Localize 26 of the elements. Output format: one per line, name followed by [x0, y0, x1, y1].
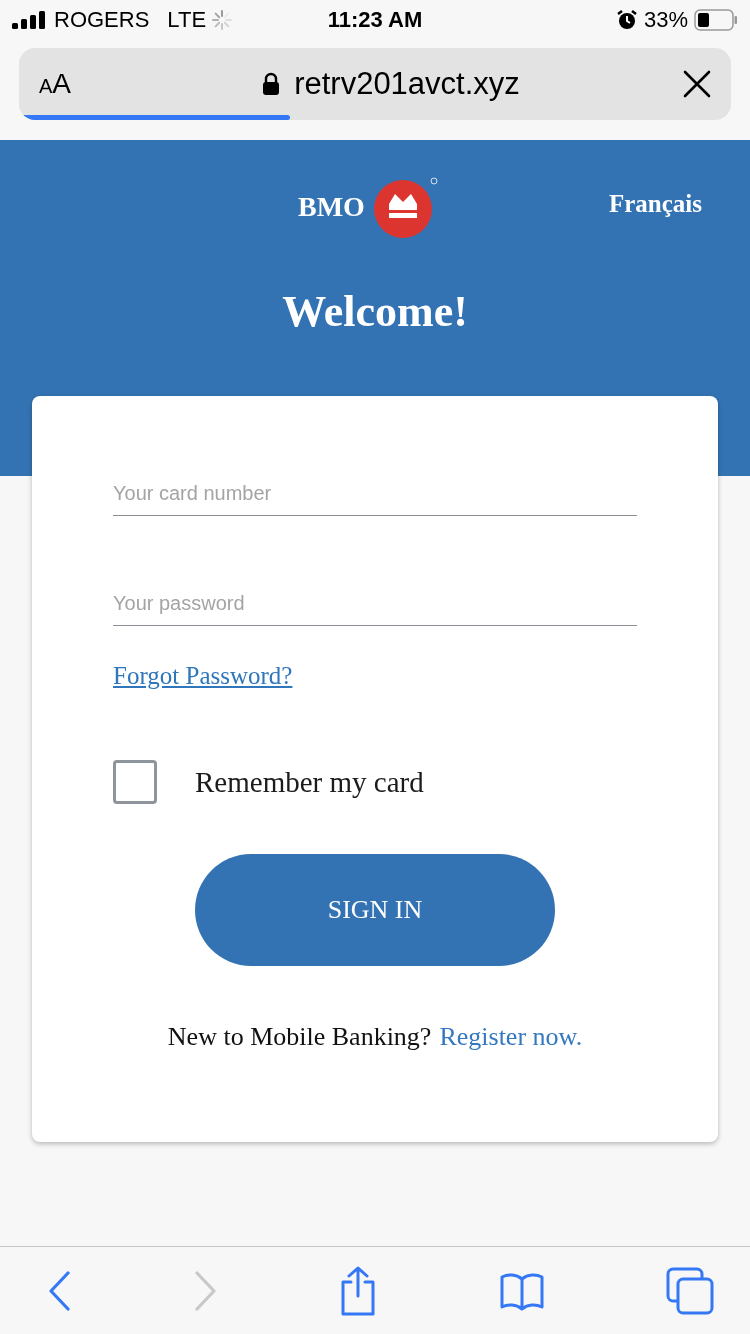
book-icon[interactable] [499, 1270, 545, 1311]
forgot-password-link[interactable]: Forgot Password? [113, 662, 293, 690]
register-prompt: New to Mobile Banking? [167, 1022, 432, 1052]
battery-icon [694, 9, 738, 31]
language-link[interactable]: Français [608, 190, 702, 218]
tabs-icon[interactable] [666, 1266, 714, 1315]
back-icon[interactable] [48, 1270, 72, 1311]
logo-text: BMO [298, 191, 365, 223]
welcome-title: Welcome! [281, 286, 469, 337]
close-icon[interactable] [683, 70, 711, 98]
status-time: 11:23 AM [327, 7, 423, 33]
alarm-clock-icon [615, 9, 638, 31]
remember-label: Remember my card [195, 765, 424, 799]
network-type: LTE [167, 7, 207, 33]
address-bar[interactable]: AA retrv201avct.xyz [19, 48, 731, 120]
loading-spinner-icon [212, 10, 233, 30]
signal-icon [12, 11, 48, 29]
logo-icon [372, 176, 439, 238]
carrier-name: ROGERS [54, 7, 150, 33]
lock-icon [262, 72, 281, 96]
text-size-button[interactable]: AA [39, 68, 99, 100]
checkbox[interactable] [113, 760, 157, 804]
register-link[interactable]: Register now. [439, 1022, 583, 1052]
battery-percentage: 33% [643, 7, 688, 33]
url-text: retrv201avct.xyz [294, 66, 520, 102]
sign-in-button[interactable]: SIGN IN [195, 854, 555, 966]
